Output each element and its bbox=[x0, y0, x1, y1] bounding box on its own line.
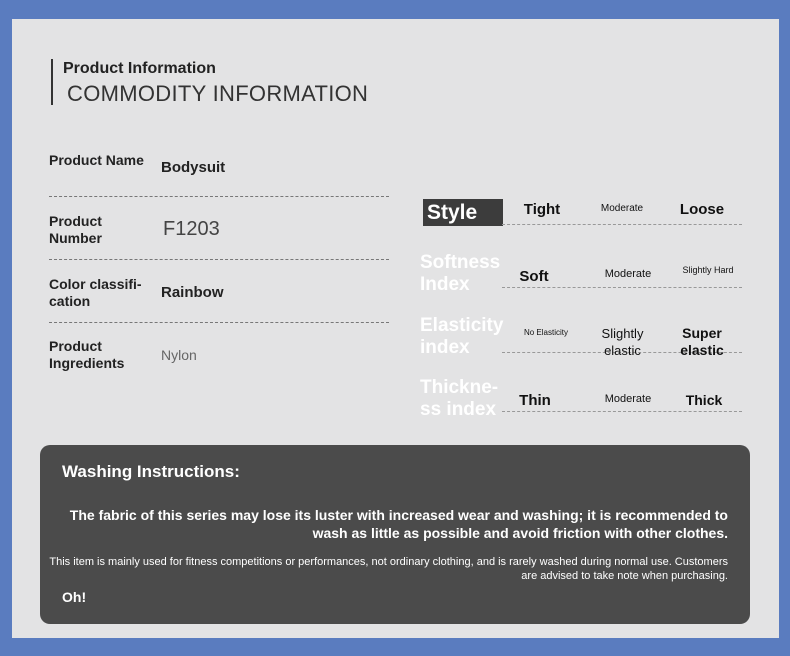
spec-value: Nylon bbox=[161, 347, 197, 363]
index-option: Thick bbox=[685, 392, 723, 408]
spec-value: F1203 bbox=[163, 218, 220, 240]
index-option: Thin bbox=[519, 392, 551, 409]
spec-row-ingredients: Product Ingredients Nylon bbox=[49, 323, 389, 395]
index-title-thickness: Thickne-ss index bbox=[420, 377, 499, 420]
index-line bbox=[502, 287, 742, 288]
spec-label: Product Ingredients bbox=[49, 338, 125, 371]
index-option: Moderate bbox=[604, 268, 652, 280]
washing-paragraph-note: This item is mainly used for fitness com… bbox=[49, 556, 728, 582]
washing-instructions-panel: Washing Instructions: The fabric of this… bbox=[40, 445, 750, 624]
spec-label: Product Number bbox=[49, 213, 102, 246]
index-option: No Elasticity bbox=[523, 328, 568, 337]
index-title-style: Style bbox=[423, 199, 503, 226]
spec-value: Rainbow bbox=[161, 284, 224, 301]
index-title-softness: Softness Index bbox=[420, 252, 501, 295]
section-subtitle: COMMODITY INFORMATION bbox=[67, 81, 369, 106]
section-title: Product Information bbox=[63, 60, 216, 77]
product-info-card: Product Information COMMODITY INFORMATIO… bbox=[12, 19, 779, 638]
index-option: Soft bbox=[519, 268, 549, 285]
spec-value: Bodysuit bbox=[161, 159, 226, 176]
section-header: Product Information COMMODITY INFORMATIO… bbox=[51, 59, 369, 106]
washing-title: Washing Instructions: bbox=[62, 462, 240, 481]
washing-closing: Oh! bbox=[62, 589, 87, 605]
spec-label: Color classifi-cation bbox=[49, 276, 142, 309]
index-title-elasticity: Elasticity index bbox=[420, 315, 504, 358]
index-option: Super elastic bbox=[680, 325, 724, 358]
index-option: Loose bbox=[679, 201, 725, 218]
washing-paragraph-main: The fabric of this series may lose its l… bbox=[69, 507, 728, 541]
index-option: Moderate bbox=[604, 393, 652, 405]
index-line bbox=[502, 224, 742, 225]
spec-label: Product Name bbox=[49, 152, 144, 168]
spec-row-product-number: Product Number F1203 bbox=[49, 197, 389, 260]
spec-row-color: Color classifi-cation Rainbow bbox=[49, 260, 389, 323]
index-option: Slightly elastic bbox=[601, 326, 644, 358]
index-option: Moderate bbox=[600, 203, 644, 214]
index-line bbox=[502, 411, 742, 412]
index-option: Tight bbox=[523, 201, 561, 218]
spec-row-product-name: Product Name Bodysuit bbox=[49, 149, 389, 197]
index-option: Slightly Hard bbox=[682, 265, 734, 275]
